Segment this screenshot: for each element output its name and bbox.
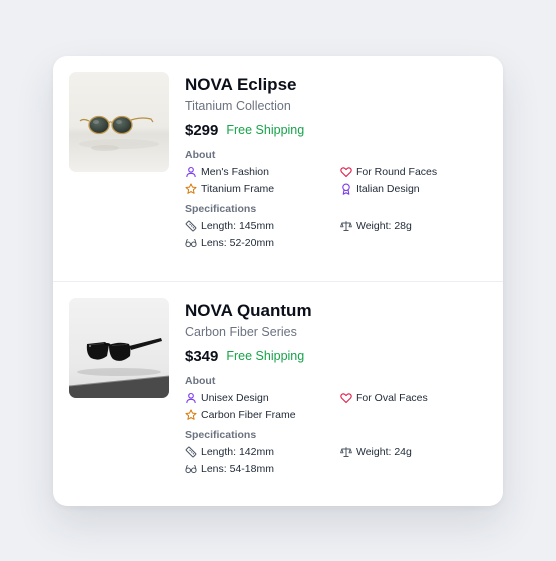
spec-lens: Lens: 54-18mm (185, 462, 340, 476)
product-title: NOVA Eclipse (185, 75, 297, 94)
glasses-icon (185, 239, 197, 248)
feature-gender: Men's Fashion (185, 165, 340, 179)
shipping-badge: Free Shipping (226, 349, 305, 363)
scale-icon (340, 447, 352, 457)
spec-label: Lens: 54-18mm (201, 463, 274, 475)
price-row: $299 Free Shipping (185, 120, 485, 140)
heart-icon (340, 393, 352, 404)
specifications-list: Length: 145mm Weight: 28g Lens: 52-20mm (185, 219, 485, 250)
product-item-nova-quantum[interactable]: NOVA Quantum Carbon Fiber Series $349 Fr… (53, 282, 503, 506)
feature-faces: For Oval Faces (340, 391, 485, 405)
feature-label: Italian Design (356, 183, 420, 195)
about-heading: About (185, 149, 216, 161)
about-list: Unisex Design For Oval Faces Carbon Fibe… (185, 391, 485, 422)
spec-label: Length: 142mm (201, 446, 274, 458)
feature-frame: Carbon Fiber Frame (185, 408, 340, 422)
spec-weight: Weight: 24g (340, 445, 485, 459)
spec-length: Length: 142mm (185, 445, 340, 459)
product-title: NOVA Quantum (185, 301, 312, 320)
spec-length: Length: 145mm (185, 219, 340, 233)
award-icon (342, 183, 350, 195)
spec-label: Lens: 52-20mm (201, 237, 274, 249)
ruler-icon (185, 220, 197, 232)
about-heading: About (185, 375, 216, 387)
spec-label: Length: 145mm (201, 220, 274, 232)
product-price: $299 (185, 121, 219, 139)
product-image[interactable] (69, 72, 169, 172)
specifications-list: Length: 142mm Weight: 24g Lens: 54-18mm (185, 445, 485, 476)
user-icon (186, 166, 196, 178)
about-list: Men's Fashion For Round Faces Titanium F… (185, 165, 485, 196)
scale-icon (340, 221, 352, 231)
feature-faces: For Round Faces (340, 165, 485, 179)
glasses-icon (185, 465, 197, 474)
heart-icon (340, 167, 352, 178)
feature-label: Titanium Frame (201, 183, 275, 195)
spec-label: Weight: 24g (356, 446, 412, 458)
product-image[interactable] (69, 298, 169, 398)
feature-label: For Oval Faces (356, 392, 428, 404)
product-item-nova-eclipse[interactable]: NOVA Eclipse Titanium Collection $299 Fr… (53, 56, 503, 282)
product-collection: Carbon Fiber Series (185, 325, 297, 339)
feature-label: Carbon Fiber Frame (201, 409, 296, 421)
star-icon (185, 409, 197, 420)
feature-frame: Titanium Frame (185, 182, 340, 196)
feature-gender: Unisex Design (185, 391, 340, 405)
feature-label: Men's Fashion (201, 166, 269, 178)
feature-label: Unisex Design (201, 392, 269, 404)
product-collection: Titanium Collection (185, 99, 291, 113)
spec-lens: Lens: 52-20mm (185, 236, 340, 250)
price-row: $349 Free Shipping (185, 346, 485, 366)
product-card: NOVA Eclipse Titanium Collection $299 Fr… (53, 56, 503, 506)
specifications-heading: Specifications (185, 203, 257, 215)
star-icon (185, 183, 197, 194)
specifications-heading: Specifications (185, 429, 257, 441)
user-icon (186, 392, 196, 404)
spec-weight: Weight: 28g (340, 219, 485, 233)
ruler-icon (185, 446, 197, 458)
spec-label: Weight: 28g (356, 220, 412, 232)
feature-design: Italian Design (340, 182, 485, 196)
round-sunglasses-image (69, 72, 169, 172)
feature-label: For Round Faces (356, 166, 438, 178)
shipping-badge: Free Shipping (226, 123, 305, 137)
product-price: $349 (185, 347, 219, 365)
wayfarer-sunglasses-image (69, 298, 169, 398)
